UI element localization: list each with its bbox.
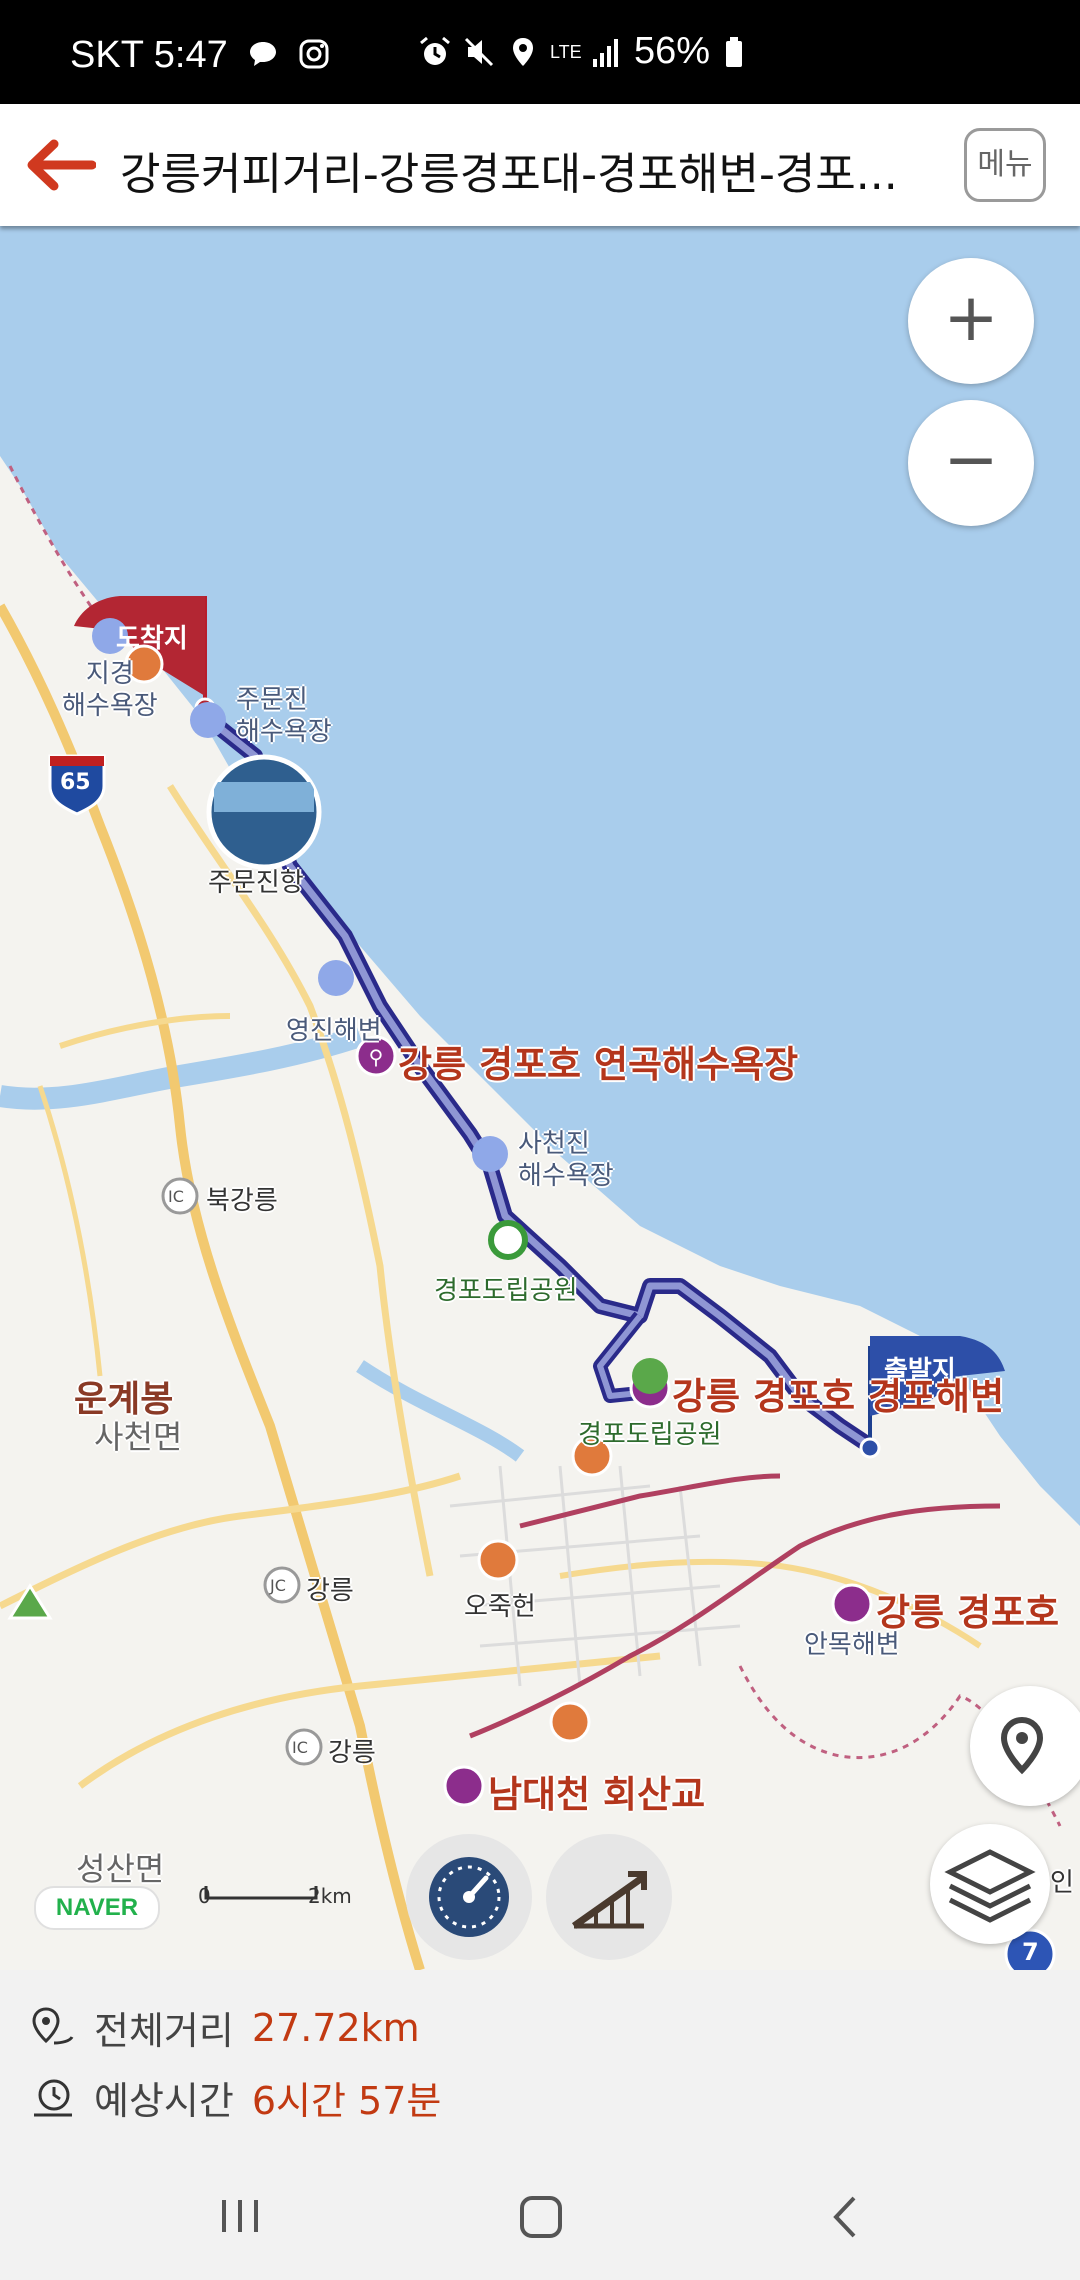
svg-text:⚲: ⚲ [369, 1045, 384, 1069]
place-label-sacheonjin: 사천진 해수욕장 [518, 1129, 614, 1191]
minus-icon: − [943, 421, 999, 498]
place-label-seongsan-myeon: 성산면 [76, 1850, 165, 1888]
battery-icon [726, 36, 743, 67]
app-header: 강릉커피거리-강릉경포대-경포해변-경포... 메뉴 [0, 104, 1080, 226]
arrival-flag-label: 도착지 [116, 624, 188, 654]
distance-label: 전체거리 [94, 2009, 234, 2053]
park-marker [488, 1220, 528, 1260]
place-label-gangneung-jc: 강릉 [306, 1576, 354, 1606]
home-icon[interactable] [518, 2194, 564, 2240]
place-label-jigyeong: 지경 해수욕장 [62, 659, 158, 721]
instagram-icon [299, 39, 329, 69]
route-map[interactable]: ⚲ 도착지 출발지 지경 해수욕장 주문진 해수욕장 주문진항 영진해변 사천진… [0, 226, 1080, 1970]
network-type: LTE [550, 41, 582, 62]
zoom-out-button[interactable]: − [908, 400, 1034, 526]
layers-icon [944, 1849, 1036, 1923]
signal-icon [593, 38, 618, 67]
route-summary: 전체거리 27.72km 예상시간 6시간 57분 [0, 1970, 1080, 2152]
place-label-sacheon-myeon: 사천면 [94, 1418, 183, 1456]
place-label-gyeongpo-park: 경포도립공원 [434, 1276, 578, 1306]
poi-label-yeongok[interactable]: 강릉 경포호 연곡해수욕장 [398, 1034, 798, 1088]
ic-badge-south: IC [292, 1738, 308, 1757]
route-distance-icon [32, 2006, 74, 2044]
distance-row: 전체거리 27.72km [30, 2000, 420, 2055]
ic-badge-north: IC [168, 1187, 184, 1206]
expressway-number: 65 [60, 770, 91, 795]
menu-button[interactable]: 메뉴 [964, 128, 1046, 202]
poi-label-namdaecheon[interactable]: 남대천 회산교 [488, 1764, 705, 1818]
scale-distance: 2km [308, 1884, 352, 1908]
time-label: 예상시간 [94, 2079, 234, 2123]
battery-percent: 56% [634, 30, 711, 72]
zoom-in-button[interactable]: + [908, 258, 1034, 384]
mute-icon [464, 37, 494, 66]
scale-zero: 0 [198, 1884, 211, 1908]
place-label-jumunjin-port: 주문진항 [208, 868, 304, 898]
status-right: LTE 56% [418, 30, 754, 73]
status-left: SKT 5:47 [70, 34, 331, 77]
place-label-gangneung-ic: 강릉 [328, 1738, 376, 1768]
system-nav-bar [0, 2152, 1080, 2280]
page-title: 강릉커피거리-강릉경포대-경포해변-경포... [120, 149, 898, 200]
naver-logo: NAVER [34, 1886, 160, 1930]
place-label-yeongjin: 영진해변 [286, 1016, 382, 1046]
back-button[interactable] [20, 132, 97, 198]
jc-badge: JC [270, 1576, 286, 1595]
pin-icon [1000, 1716, 1044, 1775]
layers-button[interactable] [930, 1824, 1050, 1944]
nav-back-icon[interactable] [826, 2194, 866, 2240]
speed-button[interactable] [406, 1834, 532, 1960]
chat-bubble-icon [250, 42, 277, 66]
poi-label-anmok[interactable]: 강릉 경포호 [876, 1582, 1059, 1636]
place-label-east-partial: 인 [1050, 1868, 1074, 1898]
time-value: 6시간 57분 [251, 2079, 442, 2123]
place-label-ojukheon: 오죽헌 [464, 1592, 536, 1622]
place-label-jumunjin-beach: 주문진 해수욕장 [236, 685, 332, 747]
place-label-buk-gangneung: 북강릉 [206, 1186, 278, 1216]
plus-icon: + [943, 279, 999, 356]
time-row: 예상시간 6시간 57분 [30, 2070, 441, 2125]
alarm-icon [420, 36, 450, 65]
carrier-time: SKT 5:47 [70, 34, 228, 76]
speedometer-icon [429, 1857, 509, 1937]
location-icon [513, 37, 533, 66]
distance-value: 27.72km [251, 2005, 420, 2050]
my-location-button[interactable] [970, 1686, 1080, 1806]
recent-apps-icon[interactable] [216, 2196, 266, 2236]
arrow-left-icon [27, 139, 97, 191]
elevation-button[interactable] [546, 1834, 672, 1960]
poi-label-gyeongpo-beach[interactable]: 강릉 경포호 경포해변 [672, 1366, 1004, 1420]
slope-icon [571, 1871, 647, 1929]
clock-time-icon [34, 2079, 72, 2116]
status-bar: SKT 5:47 LTE 56% [0, 0, 1080, 104]
